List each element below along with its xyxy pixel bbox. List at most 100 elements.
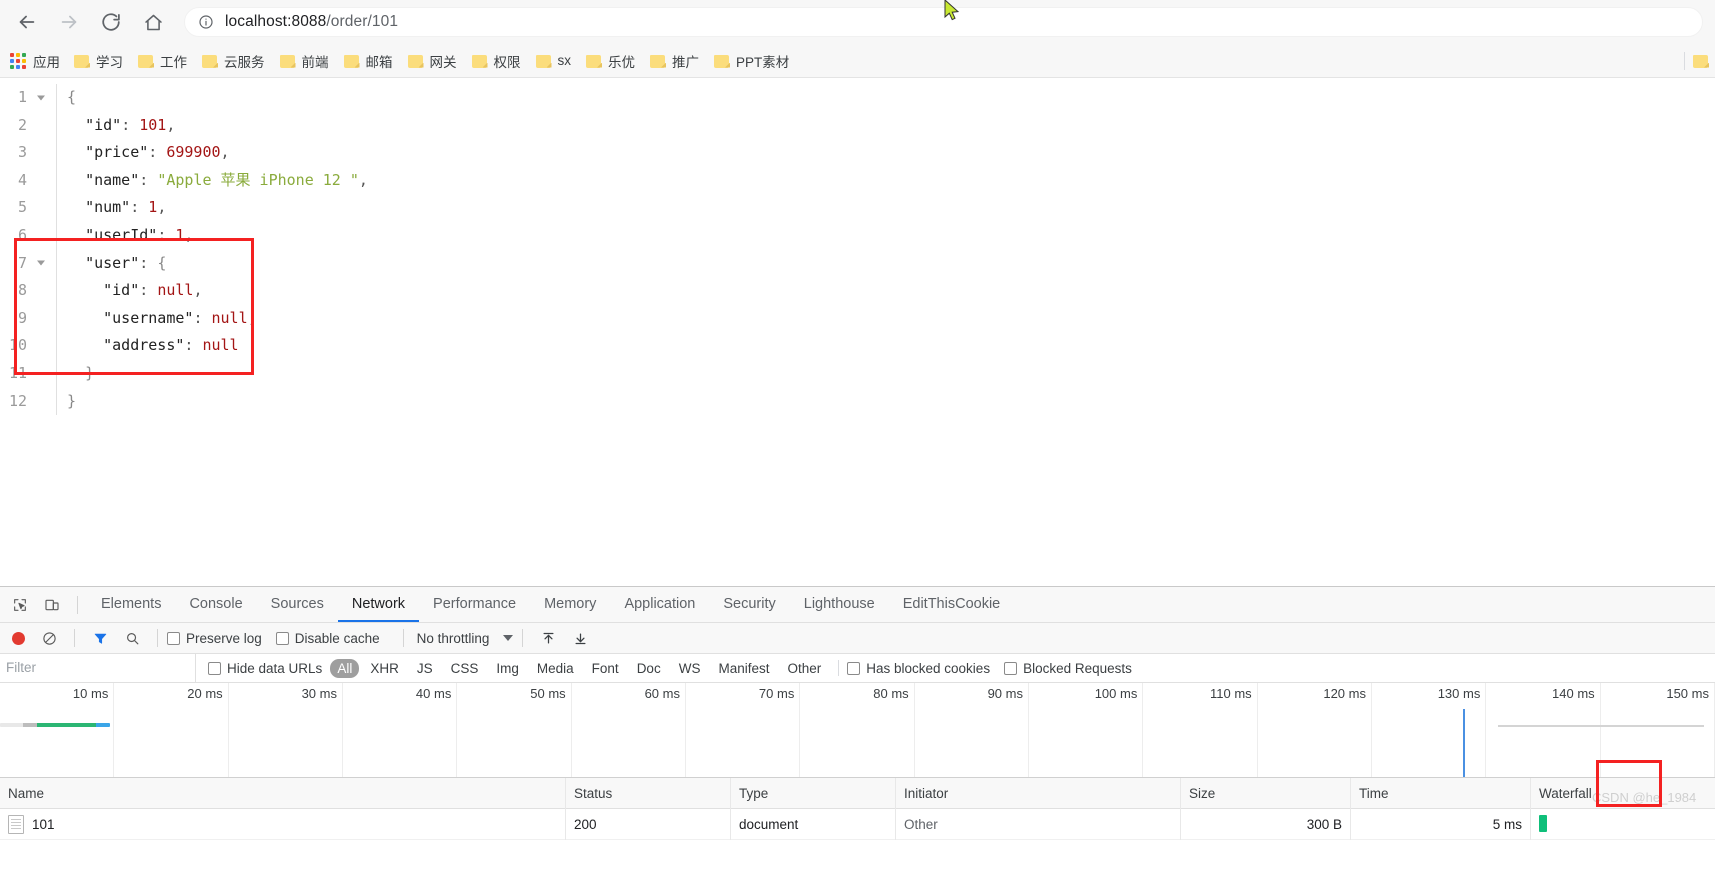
- hide-data-urls-control[interactable]: Hide data URLs: [208, 661, 328, 676]
- timeline-tick-label: 100 ms: [1094, 686, 1138, 701]
- has-blocked-cookies-control[interactable]: Has blocked cookies: [847, 661, 1004, 676]
- home-icon[interactable]: [132, 1, 174, 43]
- tab-console[interactable]: Console: [175, 587, 256, 622]
- bookmark-item[interactable]: 学习: [68, 48, 132, 74]
- bookmark-label: 工作: [160, 54, 187, 70]
- tab-network[interactable]: Network: [337, 587, 420, 622]
- toggle-device-toolbar-icon[interactable]: [38, 591, 66, 619]
- address-bar[interactable]: localhost:8088/order/101: [184, 7, 1703, 37]
- funnel-icon[interactable]: [86, 624, 114, 652]
- tab-elements[interactable]: Elements: [87, 587, 175, 622]
- tab-sources[interactable]: Sources: [257, 587, 338, 622]
- throttling-select[interactable]: No throttling: [417, 631, 514, 646]
- column-header-name[interactable]: Name: [0, 777, 566, 809]
- bookmark-item[interactable]: 权限: [466, 48, 530, 74]
- tabbar-divider: [77, 595, 78, 614]
- json-code[interactable]: { "id": 101, "price": 699900, "name": "A…: [57, 84, 1715, 415]
- filter-type-ws[interactable]: WS: [672, 659, 708, 678]
- tab-lighthouse[interactable]: Lighthouse: [790, 587, 889, 622]
- apps-shortcut[interactable]: 应用: [4, 48, 68, 74]
- bookmark-item[interactable]: 工作: [132, 48, 196, 74]
- bookmark-item[interactable]: 邮箱: [338, 48, 402, 74]
- line-number: 3: [17, 143, 27, 162]
- preserve-log-control[interactable]: Preserve log: [167, 631, 276, 646]
- folder-icon: [471, 54, 488, 68]
- bookmark-label: 权限: [493, 54, 521, 70]
- search-icon[interactable]: [118, 624, 146, 652]
- bookmark-item[interactable]: 云服务: [196, 48, 274, 74]
- back-arrow-icon[interactable]: [6, 1, 48, 43]
- chevron-down-icon[interactable]: [503, 635, 514, 641]
- blocked-requests-control[interactable]: Blocked Requests: [1004, 661, 1146, 676]
- forward-arrow-icon[interactable]: [48, 1, 90, 43]
- timeline-tick: 100 ms: [1029, 683, 1144, 777]
- timeline-tick-label: 140 ms: [1552, 686, 1595, 701]
- bookmark-item[interactable]: 乐优: [580, 48, 644, 74]
- filter-type-doc[interactable]: Doc: [630, 659, 668, 678]
- bookmark-label: 推广: [672, 54, 699, 70]
- disable-cache-control[interactable]: Disable cache: [275, 631, 394, 646]
- tab-memory[interactable]: Memory: [530, 587, 610, 622]
- folder-icon[interactable]: [1693, 54, 1709, 68]
- column-header-size[interactable]: Size: [1181, 777, 1351, 809]
- reload-icon[interactable]: [90, 1, 132, 43]
- has-blocked-cookies-checkbox[interactable]: [847, 661, 861, 675]
- network-overview-timeline[interactable]: 10 ms 20 ms 30 ms 40 ms 50 ms 60 ms 70 ms 80 ms…: [0, 683, 1715, 778]
- export-har-icon[interactable]: [566, 624, 594, 652]
- json-line: }: [67, 391, 77, 410]
- inspect-element-icon[interactable]: [6, 591, 34, 619]
- disable-cache-checkbox[interactable]: [275, 631, 289, 645]
- record-dot-icon[interactable]: [12, 631, 25, 645]
- blocked-requests-checkbox[interactable]: [1004, 661, 1018, 675]
- column-header-initiator[interactable]: Initiator: [896, 777, 1181, 809]
- hide-data-urls-checkbox[interactable]: [208, 661, 221, 675]
- json-line: "user": {: [85, 253, 167, 272]
- filter-type-img[interactable]: Img: [489, 659, 526, 678]
- timeline-tick-label: 80 ms: [873, 686, 909, 701]
- folder-icon: [202, 54, 218, 68]
- cell-name[interactable]: 101: [0, 808, 566, 840]
- column-header-time[interactable]: Time: [1351, 777, 1531, 809]
- timeline-tick: 130 ms: [1372, 683, 1487, 777]
- filter-type-all[interactable]: All: [330, 658, 360, 678]
- filter-type-js[interactable]: JS: [410, 659, 440, 678]
- line-number: 4: [17, 170, 27, 189]
- bookmark-item[interactable]: PPT素材: [708, 48, 798, 74]
- bookmark-item[interactable]: 前端: [274, 48, 338, 74]
- line-number: 5: [17, 198, 27, 217]
- filter-type-css[interactable]: CSS: [444, 659, 486, 678]
- preserve-log-checkbox[interactable]: [167, 631, 180, 645]
- bookmark-item[interactable]: sx: [530, 50, 581, 71]
- filter-input[interactable]: Filter: [0, 654, 196, 682]
- tab-application[interactable]: Application: [610, 587, 709, 622]
- tab-editthiscookie[interactable]: EditThisCookie: [889, 587, 1015, 622]
- timeline-tick: 10 ms: [0, 683, 115, 777]
- clear-prohibited-icon[interactable]: [35, 624, 63, 652]
- filter-type-font[interactable]: Font: [585, 659, 626, 678]
- fold-triangle-icon[interactable]: [37, 95, 45, 101]
- timeline-tick-label: 10 ms: [72, 686, 109, 701]
- json-line: "id": null,: [103, 281, 203, 300]
- column-header-type[interactable]: Type: [731, 777, 896, 809]
- blocked-requests-label: Blocked Requests: [1023, 660, 1132, 676]
- filter-type-manifest[interactable]: Manifest: [711, 659, 776, 678]
- import-har-icon[interactable]: [534, 624, 562, 652]
- info-circle-icon[interactable]: [197, 13, 215, 31]
- folder-icon: [407, 54, 424, 68]
- timeline-tick: 120 ms: [1258, 683, 1372, 777]
- tab-performance[interactable]: Performance: [419, 587, 530, 622]
- timeline-tick: 140 ms: [1486, 683, 1601, 777]
- line-number: 6: [17, 225, 27, 244]
- fold-triangle-icon[interactable]: [37, 260, 45, 266]
- filter-type-xhr[interactable]: XHR: [363, 659, 406, 678]
- column-header-status[interactable]: Status: [566, 777, 731, 809]
- column-header-waterfall[interactable]: Waterfall: [1531, 778, 1715, 809]
- filter-type-other[interactable]: Other: [780, 659, 828, 678]
- bookmarks-overflow[interactable]: [1684, 51, 1709, 70]
- filter-type-media[interactable]: Media: [530, 659, 581, 678]
- bookmark-item[interactable]: 推广: [644, 48, 708, 74]
- waterfall-bar: [1539, 815, 1547, 833]
- table-row[interactable]: 101 200 document Other 300 B 5 ms CSDN @…: [0, 760, 1715, 840]
- bookmark-item[interactable]: 网关: [402, 48, 466, 74]
- tab-security[interactable]: Security: [709, 587, 789, 622]
